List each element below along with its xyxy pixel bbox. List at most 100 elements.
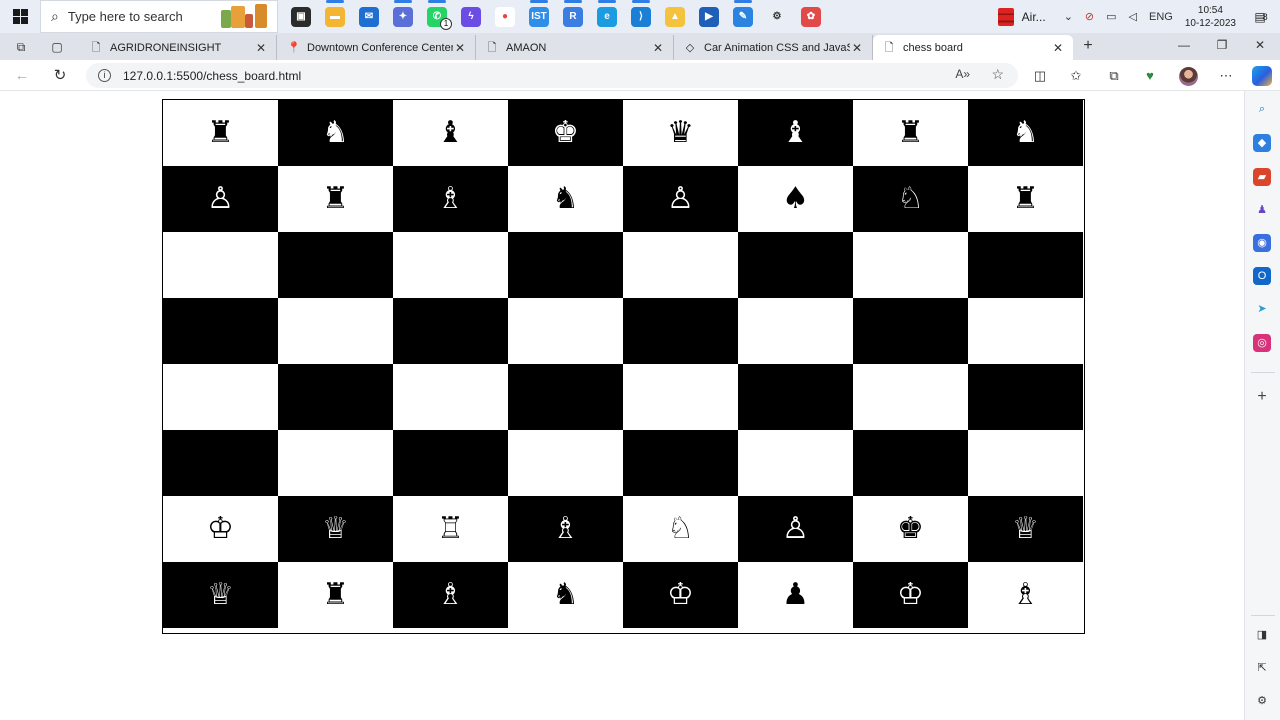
- taskbar-app-button[interactable]: ⚙: [760, 0, 794, 33]
- sidebar-instagram-icon[interactable]: ◎: [1253, 334, 1271, 352]
- taskbar-app-button[interactable]: ▬: [318, 0, 352, 33]
- taskbar-search-box[interactable]: ⌕ Type here to search: [40, 0, 278, 33]
- profile-avatar[interactable]: [1179, 67, 1198, 86]
- tab-actions-icon[interactable]: ▢: [48, 38, 66, 56]
- open-external-icon[interactable]: ⇱: [1253, 659, 1271, 677]
- address-bar[interactable]: i 127.0.0.1:5500/chess_board.html A» ☆: [86, 63, 1018, 88]
- url-text[interactable]: 127.0.0.1:5500/chess_board.html: [123, 69, 301, 83]
- sidebar-outlook-icon[interactable]: O: [1253, 267, 1271, 285]
- taskbar-app-button[interactable]: ▲: [658, 0, 692, 33]
- media-player-icon: ▶: [699, 6, 719, 27]
- sidebar-divider: [1251, 615, 1275, 616]
- new-tab-button[interactable]: +: [1079, 37, 1097, 55]
- sidebar-settings-icon[interactable]: ⚙: [1253, 692, 1271, 710]
- board-square: [968, 430, 1083, 496]
- battery-icon[interactable]: ▭: [1106, 10, 1116, 23]
- browser-tab[interactable]: ◇ Car Animation CSS and JavaScrip✕: [674, 35, 873, 60]
- read-aloud-icon[interactable]: A»: [955, 67, 970, 81]
- taskbar-app-button[interactable]: ✎: [726, 0, 760, 33]
- collections-icon[interactable]: ⧉: [1104, 66, 1124, 86]
- sidebar-panel-icon[interactable]: ◨: [1253, 626, 1271, 644]
- clock[interactable]: 10:54 10-12-2023: [1185, 4, 1236, 30]
- taskbar-app-button[interactable]: R: [556, 0, 590, 33]
- board-square-piece: ♠: [738, 166, 853, 232]
- close-tab-icon[interactable]: ✕: [850, 41, 864, 55]
- settings-more-icon[interactable]: ⋯: [1216, 66, 1236, 86]
- system-tray: Air... ⌄ ⊘ ▭ ◁ ENG 10:54 10-12-2023 ▤ 8: [997, 0, 1280, 33]
- browser-tab-strip: ⧉ ▢ 🗋 AGRIDRONEINSIGHT ✕ 📍 Downtown Conferen…: [0, 33, 1280, 60]
- board-square: [738, 430, 853, 496]
- taskbar-app-button[interactable]: ▣: [284, 0, 318, 33]
- taskbar-app-button[interactable]: ●: [488, 0, 522, 33]
- network-icon[interactable]: ⊘: [1085, 10, 1094, 23]
- workspaces-icon[interactable]: ⧉: [12, 38, 30, 56]
- board-square: [393, 364, 508, 430]
- board-square-piece: ♖: [393, 496, 508, 562]
- notification-count: 8: [1262, 11, 1268, 22]
- sidebar-games-icon[interactable]: ♟: [1253, 201, 1271, 219]
- board-row: [163, 232, 1083, 298]
- board-square-piece: ♟: [738, 562, 853, 628]
- chess-board-grid: ♜ ♞ ♝ ♚ ♛ ♝ ♜ ♞ ♙ ♜ ♗ ♞ ♙ ♠ ♘ ♜ ♔ ♕ ♖ ♗ ♘ ♙ ♚ ♕ ♕ ♜ ♗ ♞ ♔ ♟ ♔ ♗: [163, 100, 1083, 628]
- taskbar-app-button[interactable]: ⟩: [624, 0, 658, 33]
- sidebar-search-icon[interactable]: ⌕: [1253, 100, 1271, 118]
- taskbar-app-button[interactable]: e: [590, 0, 624, 33]
- edge-icon: e: [597, 6, 617, 27]
- board-row: ♕ ♜ ♗ ♞ ♔ ♟ ♔ ♗: [163, 562, 1083, 628]
- language-indicator[interactable]: ENG: [1149, 11, 1173, 23]
- board-square-piece: ♜: [278, 562, 393, 628]
- taskbar-app-button[interactable]: ✉: [352, 0, 386, 33]
- close-tab-icon[interactable]: ✕: [651, 41, 665, 55]
- close-window-button[interactable]: ✕: [1250, 38, 1270, 52]
- refresh-button[interactable]: ↻: [50, 66, 70, 86]
- browser-tab[interactable]: 📍 Downtown Conference Center - ✕: [277, 35, 476, 60]
- board-square-piece: ♜: [278, 166, 393, 232]
- board-square: [968, 364, 1083, 430]
- board-square-piece: ♗: [508, 496, 623, 562]
- close-tab-icon[interactable]: ✕: [1051, 41, 1065, 55]
- board-square: [738, 364, 853, 430]
- weather-icon: [997, 7, 1014, 26]
- split-screen-icon[interactable]: ◫: [1030, 66, 1050, 86]
- notifications-button[interactable]: ▤ 8: [1248, 10, 1274, 24]
- sidebar-send-icon[interactable]: ➤: [1253, 300, 1271, 318]
- copilot-icon[interactable]: [1252, 66, 1272, 86]
- browser-tab[interactable]: 🗋 AMAON ✕: [476, 35, 674, 60]
- chevron-up-icon[interactable]: ⌄: [1064, 10, 1073, 23]
- start-button[interactable]: [0, 0, 40, 33]
- taskbar-app-button[interactable]: ✿: [794, 0, 828, 33]
- taskbar-app-button[interactable]: IST: [522, 0, 556, 33]
- board-square: [508, 298, 623, 364]
- weather-widget[interactable]: Air...: [997, 7, 1046, 26]
- volume-icon[interactable]: ◁: [1129, 10, 1137, 23]
- clock-date: 10-12-2023: [1184, 17, 1236, 29]
- site-info-icon[interactable]: i: [98, 69, 111, 82]
- taskbar-app-button[interactable]: ✦: [386, 0, 420, 33]
- close-tab-icon[interactable]: ✕: [254, 41, 268, 55]
- favorites-icon[interactable]: ✩: [1066, 66, 1086, 86]
- board-square-piece: ♜: [853, 100, 968, 166]
- sidebar-tools-icon[interactable]: ▰: [1253, 168, 1271, 186]
- settings-icon: ⚙: [767, 6, 787, 27]
- close-tab-icon[interactable]: ✕: [453, 41, 467, 55]
- sidebar-add-icon[interactable]: +: [1253, 388, 1271, 406]
- taskbar-app-button[interactable]: ✆ 1: [420, 0, 454, 33]
- board-square-piece: ♙: [738, 496, 853, 562]
- browser-tab[interactable]: 🗋 AGRIDRONEINSIGHT ✕: [80, 35, 277, 60]
- board-square: [163, 430, 278, 496]
- browser-tab[interactable]: 🗋 chess board ✕: [873, 35, 1073, 60]
- board-square-piece: ♝: [393, 100, 508, 166]
- maps-icon: ●: [495, 6, 515, 27]
- browser-essentials-icon[interactable]: ♥: [1140, 66, 1160, 86]
- board-square-piece: ♘: [623, 496, 738, 562]
- sidebar-shopping-icon[interactable]: ◆: [1253, 134, 1271, 152]
- search-placeholder: Type here to search: [67, 9, 183, 24]
- back-button[interactable]: ←: [12, 66, 32, 86]
- favorite-star-icon[interactable]: ☆: [991, 66, 1004, 83]
- taskbar-app-button[interactable]: ▶: [692, 0, 726, 33]
- minimize-button[interactable]: —: [1174, 38, 1194, 52]
- taskbar-app-button[interactable]: ϟ: [454, 0, 488, 33]
- sidebar-m365-icon[interactable]: ◉: [1253, 234, 1271, 252]
- running-indicator: [734, 0, 752, 3]
- restore-button[interactable]: ❐: [1212, 38, 1232, 52]
